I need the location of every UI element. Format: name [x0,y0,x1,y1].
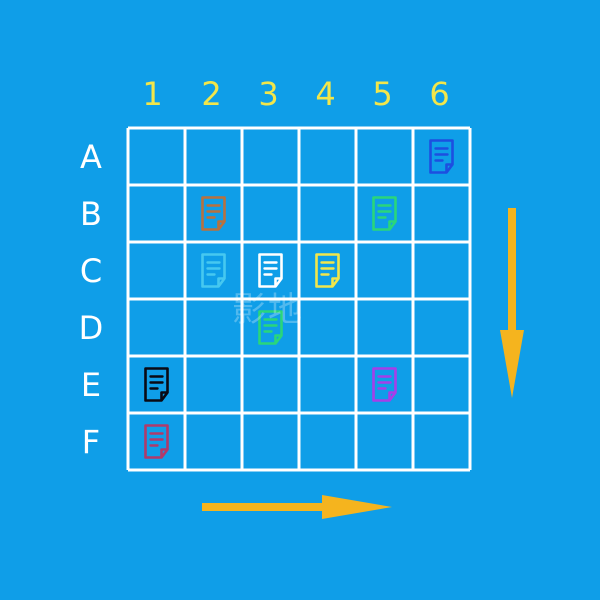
board-cell-d4[interactable] [301,301,354,354]
board-cell-b3[interactable] [244,187,297,240]
board-cell-f3[interactable] [244,415,297,468]
board-cell-d6[interactable] [415,301,468,354]
board-cell-f1[interactable] [130,415,183,468]
game-board-area: 影地 123456 ABCDEF [0,0,600,600]
board-cell-d5[interactable] [358,301,411,354]
board-cell-a4[interactable] [301,130,354,183]
board-cell-a1[interactable] [130,130,183,183]
arrow-right-icon [202,495,392,519]
board-cell-a3[interactable] [244,130,297,183]
board-cell-a2[interactable] [187,130,240,183]
board-cell-e3[interactable] [244,358,297,411]
board-cell-d1[interactable] [130,301,183,354]
column-label-6: 6 [429,75,450,113]
board-cell-c6[interactable] [415,244,468,297]
board-cell-e1[interactable] [130,358,183,411]
board-cell-b4[interactable] [301,187,354,240]
row-label-d: D [78,308,104,347]
board-cell-e2[interactable] [187,358,240,411]
board-cell-c5[interactable] [358,244,411,297]
column-label-2: 2 [201,75,222,113]
board-cell-a5[interactable] [358,130,411,183]
column-label-4: 4 [315,75,336,113]
board-cell-b6[interactable] [415,187,468,240]
row-label-e: E [80,365,102,404]
watermark: 影地 [232,290,304,330]
column-label-3: 3 [258,75,279,113]
board-cell-e5[interactable] [358,358,411,411]
arrow-down-icon [500,208,524,398]
board-cell-e4[interactable] [301,358,354,411]
board-cell-c1[interactable] [130,244,183,297]
board-cell-f5[interactable] [358,415,411,468]
column-label-5: 5 [372,75,393,113]
board-cell-a6[interactable] [415,130,468,183]
row-label-a: A [80,137,102,176]
column-label-1: 1 [142,75,163,113]
board-cell-f2[interactable] [187,415,240,468]
board-cell-c4[interactable] [301,244,354,297]
row-label-c: C [79,251,103,290]
board-cell-f6[interactable] [415,415,468,468]
board-cell-f4[interactable] [301,415,354,468]
board-cell-b5[interactable] [358,187,411,240]
board-cell-e6[interactable] [415,358,468,411]
row-label-f: F [81,422,101,461]
board-cell-b1[interactable] [130,187,183,240]
row-label-b: B [80,194,102,233]
board-cell-b2[interactable] [187,187,240,240]
